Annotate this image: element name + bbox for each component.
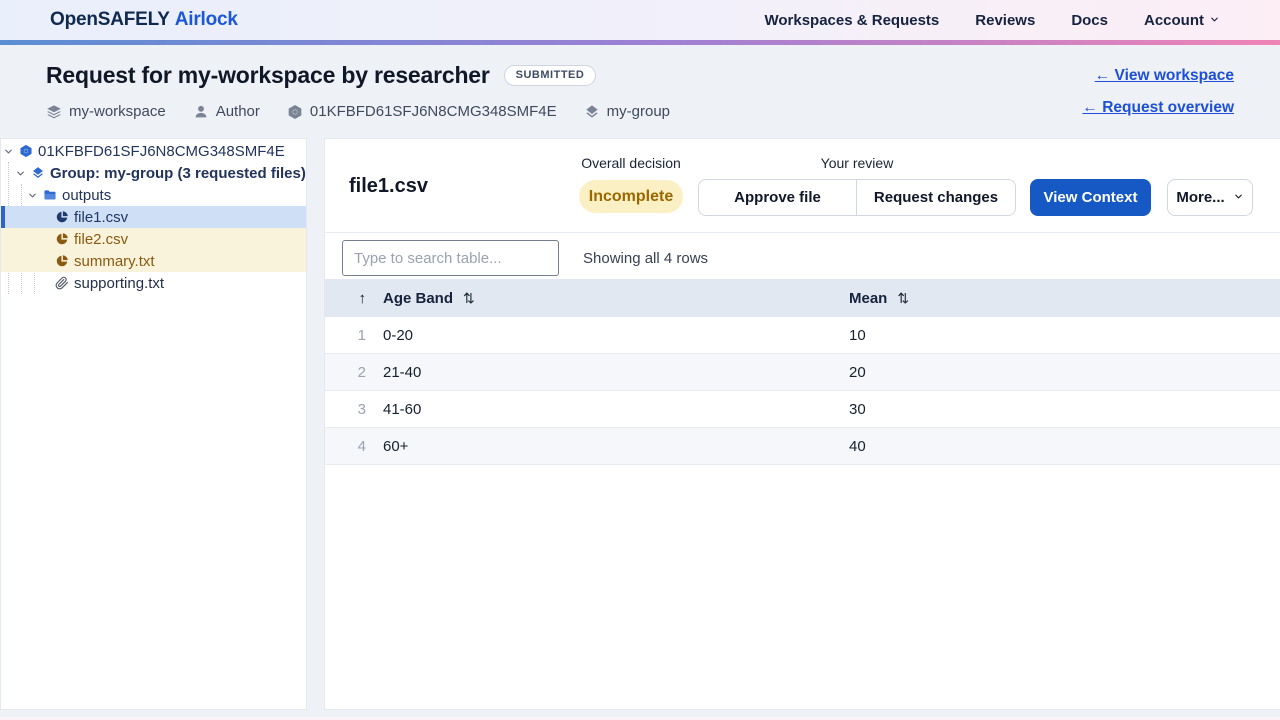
more-menu-button[interactable]: More... [1167,179,1253,216]
meta-author: Author [193,103,260,120]
request-cube-icon [19,144,33,158]
view-context-button[interactable]: View Context [1030,179,1151,216]
sort-both-icon: ⇅ [463,290,475,306]
search-input[interactable] [342,240,559,276]
tree-item-file2[interactable]: file2.csv [1,228,306,250]
chevron-down-icon [1233,189,1244,206]
chevron-down-icon [1209,12,1220,29]
file-chart-icon [55,210,69,224]
top-navbar: OpenSAFELYAirlock Workspaces & Requests … [0,0,1280,40]
logo-opensafely: OpenSAFELY [50,9,170,30]
column-header-age-band[interactable]: Age Band⇅ [381,290,847,307]
your-review: Your review Approve file Request changes [698,155,1016,216]
meta-request-id: 01KFBFD61SFJ6N8CMG348SMF4E [287,103,557,120]
nav-docs[interactable]: Docs [1071,12,1108,29]
tree-item-supporting[interactable]: supporting.txt [1,272,306,294]
cell-age-band: 41-60 [381,401,847,418]
file-chart-icon [55,232,69,246]
view-workspace-link[interactable]: ← View workspace [1082,67,1234,85]
request-header: Request for my-workspace by researcher S… [0,45,1280,138]
page-title: Request for my-workspace by researcher [46,62,490,89]
cell-age-band: 0-20 [381,327,847,344]
file-title: file1.csv [349,175,428,198]
table-row: 4 60+ 40 [325,428,1280,465]
file-tree-sidebar: 01KFBFD61SFJ6N8CMG348SMF4E Group: my-gro… [0,138,307,710]
tree-item-summary[interactable]: summary.txt [1,250,306,272]
approve-file-button[interactable]: Approve file [698,179,857,216]
decision-badge: Incomplete [579,180,683,213]
status-badge: SUBMITTED [504,65,597,86]
request-changes-button[interactable]: Request changes [857,179,1016,216]
meta-workspace: my-workspace [46,103,166,120]
overall-decision: Overall decision Incomplete [579,155,683,213]
nav-workspaces-requests[interactable]: Workspaces & Requests [764,12,939,29]
group-layers-icon [584,104,600,120]
tree-item-file1[interactable]: file1.csv [1,206,306,228]
chevron-down-icon[interactable] [15,168,26,179]
nav-reviews[interactable]: Reviews [975,12,1035,29]
meta-group: my-group [584,103,670,120]
row-number-sort[interactable]: ↑ [325,290,381,307]
row-number: 3 [325,401,381,418]
folder-icon [43,188,57,202]
cell-mean: 20 [847,364,1280,381]
tree-item-request-id[interactable]: 01KFBFD61SFJ6N8CMG348SMF4E [1,140,306,162]
file-panel-header: file1.csv Overall decision Incomplete Yo… [325,139,1280,233]
request-overview-link[interactable]: ← Request overview [1082,99,1234,117]
sort-ascending-icon: ↑ [359,290,367,307]
request-nav-links: ← View workspace ← Request overview [1082,45,1234,117]
row-number: 4 [325,438,381,455]
logo-airlock: Airlock [175,9,238,30]
paperclip-icon [55,276,69,290]
cell-mean: 40 [847,438,1280,455]
tree-item-group[interactable]: Group: my-group (3 requested files) [1,162,306,184]
column-header-mean[interactable]: Mean⇅ [847,290,1280,307]
row-number: 1 [325,327,381,344]
table-toolbar: Showing all 4 rows [325,233,1280,279]
table-row: 1 0-20 10 [325,317,1280,354]
file-chart-icon [55,254,69,268]
nav-links: Workspaces & Requests Reviews Docs Accou… [764,12,1220,29]
table-row: 2 21-40 20 [325,354,1280,391]
tree-item-outputs-folder[interactable]: outputs [1,184,306,206]
selected-indicator [1,206,5,228]
data-table: ↑ Age Band⇅ Mean⇅ 1 0-20 10 2 21-40 20 3… [325,279,1280,465]
nav-account-menu[interactable]: Account [1144,12,1220,29]
table-header-row: ↑ Age Band⇅ Mean⇅ [325,279,1280,317]
package-icon [287,104,303,120]
cell-mean: 10 [847,327,1280,344]
cell-age-band: 21-40 [381,364,847,381]
layers-icon [46,104,62,120]
cell-mean: 30 [847,401,1280,418]
review-button-group: Approve file Request changes [698,179,1016,216]
group-icon [31,166,45,180]
row-number: 2 [325,364,381,381]
table-row: 3 41-60 30 [325,391,1280,428]
chevron-down-icon[interactable] [3,146,14,157]
sort-both-icon: ⇅ [897,290,909,306]
user-icon [193,104,209,120]
row-count-text: Showing all 4 rows [583,250,708,267]
your-review-label: Your review [698,155,1016,171]
cell-age-band: 60+ [381,438,847,455]
file-review-panel: file1.csv Overall decision Incomplete Yo… [324,138,1280,710]
overall-decision-label: Overall decision [579,155,683,171]
request-meta: my-workspace Author 01KFBFD61SFJ6N8CMG34… [46,103,670,120]
chevron-down-icon[interactable] [27,190,38,201]
app-logo[interactable]: OpenSAFELYAirlock [50,9,238,31]
